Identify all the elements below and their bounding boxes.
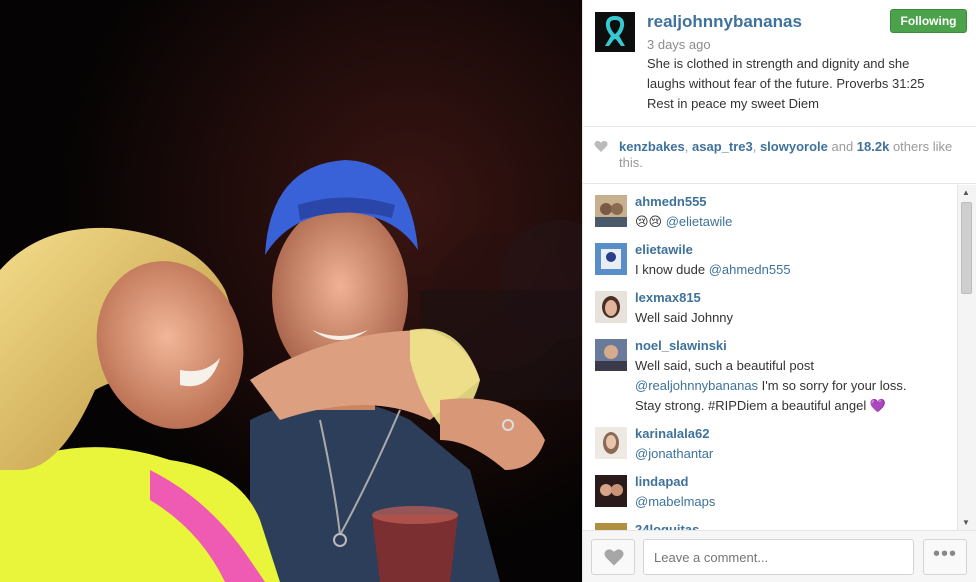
and-text: and xyxy=(827,139,857,154)
post-username[interactable]: realjohnnybananas xyxy=(647,12,802,32)
comment-body: Well said, such a beautiful post xyxy=(635,358,814,373)
commenter-avatar[interactable] xyxy=(595,291,627,323)
heart-icon xyxy=(604,549,624,566)
comment-input[interactable] xyxy=(643,539,914,575)
comment-text: 😢😢 @elietawile xyxy=(635,212,935,232)
comment-list[interactable]: ahmedn555 😢😢 @elietawile elietawile I kn… xyxy=(583,185,957,530)
post-timestamp: 3 days ago xyxy=(647,37,711,52)
commenter-username[interactable]: 24loquitas xyxy=(635,522,699,530)
more-options-button[interactable]: ••• xyxy=(923,539,967,575)
separator: , xyxy=(684,139,692,154)
commenter-username[interactable]: karinalala62 xyxy=(635,426,709,441)
liker-link[interactable]: asap_tre3 xyxy=(692,139,753,154)
user-avatar[interactable] xyxy=(595,12,635,52)
ribbon-icon xyxy=(595,12,635,52)
comment-text: Well said, such a beautiful post @realjoh… xyxy=(635,356,935,416)
like-button[interactable] xyxy=(591,539,635,575)
caption-line: She is clothed in strength and dignity a… xyxy=(647,56,910,71)
mention-link[interactable]: @mabelmaps xyxy=(635,494,715,509)
commenter-username[interactable]: lindapad xyxy=(635,474,688,489)
comments-scrollbar[interactable]: ▲ ▼ xyxy=(957,185,976,530)
commenter-username[interactable]: elietawile xyxy=(635,242,693,257)
likes-count[interactable]: 18.2k xyxy=(857,139,890,154)
comment-text: @mabelmaps xyxy=(635,492,935,512)
comment-text: Well said Johnny xyxy=(635,308,935,328)
mention-link[interactable]: @realjohnnybananas xyxy=(635,378,758,393)
likes-text: kenzbakes, asap_tre3, slowyorole and 18.… xyxy=(619,139,959,171)
mention-link[interactable]: @elietawile xyxy=(666,214,733,229)
commenter-avatar[interactable] xyxy=(595,475,627,507)
likes-summary: kenzbakes, asap_tre3, slowyorole and 18.… xyxy=(583,127,976,184)
comment-text: @jonathantar xyxy=(635,444,935,464)
liker-link[interactable]: slowyorole xyxy=(760,139,828,154)
caption-line: laughs without fear of the future. Prove… xyxy=(647,76,925,91)
separator: , xyxy=(752,139,760,154)
comment-text: I know dude @ahmedn555 xyxy=(635,260,935,280)
commenter-avatar[interactable] xyxy=(595,523,627,530)
caption-line: Rest in peace my sweet Diem xyxy=(647,96,819,111)
comment-body: I know dude xyxy=(635,262,709,277)
mention-link[interactable]: @jonathantar xyxy=(635,446,713,461)
post-details-panel: realjohnnybananas 3 days ago She is clot… xyxy=(582,0,976,582)
commenter-username[interactable]: ahmedn555 xyxy=(635,194,707,209)
post-caption: She is clothed in strength and dignity a… xyxy=(647,54,957,114)
commenter-avatar[interactable] xyxy=(595,339,627,371)
comment-body: Well said Johnny xyxy=(635,310,734,325)
scroll-up-icon[interactable]: ▲ xyxy=(962,188,970,197)
mention-link[interactable]: @ahmedn555 xyxy=(709,262,791,277)
post-header: realjohnnybananas 3 days ago She is clot… xyxy=(583,0,976,127)
scroll-down-icon[interactable]: ▼ xyxy=(962,518,970,527)
commenter-avatar[interactable] xyxy=(595,243,627,275)
comment-body: 😢😢 xyxy=(635,214,666,229)
commenter-avatar[interactable] xyxy=(595,427,627,459)
heart-icon xyxy=(594,140,608,152)
commenter-avatar[interactable] xyxy=(595,195,627,227)
following-button[interactable]: Following xyxy=(890,9,967,33)
post-photo xyxy=(0,0,582,582)
scrollbar-thumb[interactable] xyxy=(961,202,972,294)
comment-footer: ••• xyxy=(583,530,976,582)
commenter-username[interactable]: lexmax815 xyxy=(635,290,701,305)
liker-link[interactable]: kenzbakes xyxy=(619,139,685,154)
commenter-username[interactable]: noel_slawinski xyxy=(635,338,727,353)
